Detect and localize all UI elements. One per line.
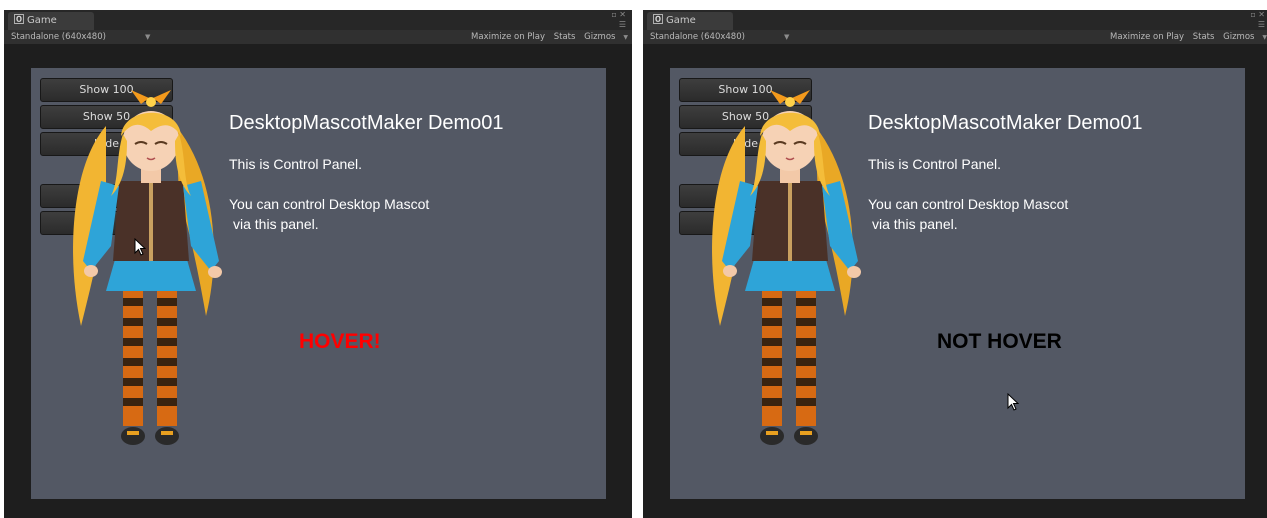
menu-icon[interactable]: ☰ [619,20,626,29]
chevron-down-icon[interactable]: ▼ [1260,34,1267,41]
unity-logo-icon: 🄾 [653,15,663,26]
panel-description: This is Control Panel. [868,156,1002,172]
window-controls: ▫ ✕ ☰ [611,10,626,30]
title-bar: 🄾 Game ▫ ✕ ☰ [643,10,1267,30]
panel-instructions: You can control Desktop Mascot [229,196,430,212]
maximize-icon[interactable]: ▫ [1250,10,1255,19]
unity-logo-icon: 🄾 [14,15,24,26]
gizmos-button[interactable]: Gizmos [584,32,615,42]
resolution-dropdown[interactable]: Standalone (640x480) [650,30,745,44]
mouse-cursor-icon [134,238,146,256]
gizmos-button[interactable]: Gizmos [1223,32,1254,42]
tab-label: Game [27,15,57,26]
title-bar: 🄾 Game ▫ ✕ ☰ [4,10,632,30]
maximize-on-play-button[interactable]: Maximize on Play [471,32,545,42]
panel-instructions: You can control Desktop Mascot [868,196,1069,212]
panel-heading: DesktopMascotMaker Demo01 [868,112,1143,134]
mouse-cursor-icon [1007,393,1019,411]
game-viewport[interactable]: Show 100 Show 50 Hide DesktopMascotMaker… [670,68,1245,499]
stats-button[interactable]: Stats [1193,32,1215,42]
window-controls: ▫ ✕ ☰ [1250,10,1265,30]
resolution-dropdown[interactable]: Standalone (640x480) [11,30,106,44]
close-icon[interactable]: ✕ [1258,10,1265,19]
close-icon[interactable]: ✕ [619,10,626,19]
mascot-character[interactable] [700,86,875,456]
game-window-right: 🄾 Game ▫ ✕ ☰ Standalone (640x480) ▼ Maxim… [643,10,1267,518]
tab-game[interactable]: 🄾 Game [647,12,733,30]
panel-instructions-cont: via this panel. [233,216,319,232]
game-viewport[interactable]: Show 100 Show 50 Hide DesktopMascotMaker… [31,68,606,499]
hover-status: HOVER! [299,330,381,353]
tab-label: Game [666,15,696,26]
maximize-on-play-button[interactable]: Maximize on Play [1110,32,1184,42]
hover-status: NOT HOVER [937,330,1062,353]
mascot-character[interactable] [61,86,236,456]
menu-icon[interactable]: ☰ [1258,20,1265,29]
chevron-down-icon[interactable]: ▼ [145,30,150,44]
chevron-down-icon[interactable]: ▼ [621,34,628,41]
chevron-down-icon[interactable]: ▼ [784,30,789,44]
maximize-icon[interactable]: ▫ [611,10,616,19]
panel-instructions-cont: via this panel. [872,216,958,232]
game-toolbar: Standalone (640x480) ▼ Maximize on Play … [643,30,1267,44]
panel-heading: DesktopMascotMaker Demo01 [229,112,504,134]
game-toolbar: Standalone (640x480) ▼ Maximize on Play … [4,30,632,44]
tab-game[interactable]: 🄾 Game [8,12,94,30]
stats-button[interactable]: Stats [554,32,576,42]
panel-description: This is Control Panel. [229,156,363,172]
game-window-left: 🄾 Game ▫ ✕ ☰ Standalone (640x480) ▼ Maxim… [4,10,632,518]
